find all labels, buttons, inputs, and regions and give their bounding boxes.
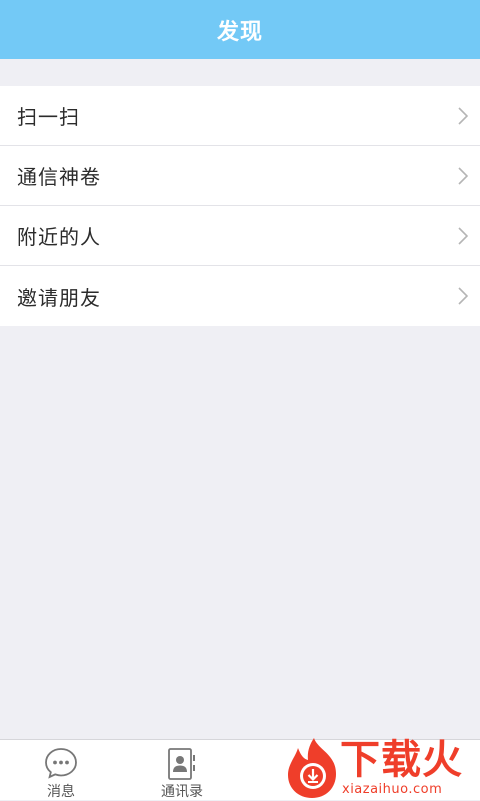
discover-menu: 扫一扫 通信神卷 附近的人 邀请朋友 <box>0 86 480 326</box>
menu-item-comm-volume[interactable]: 通信神卷 <box>0 146 480 206</box>
chevron-right-icon <box>458 106 468 125</box>
page-title: 发现 <box>216 19 263 45</box>
flame-logo-icon <box>288 738 336 798</box>
chevron-right-icon <box>458 166 468 185</box>
menu-item-label: 附近的人 <box>17 225 101 249</box>
menu-item-label: 扫一扫 <box>17 105 80 129</box>
header-bar: 发现 <box>0 0 480 59</box>
tab-contacts[interactable]: 通讯录 <box>122 740 242 800</box>
watermark-url: xiazaihuo.com <box>342 782 443 797</box>
menu-item-nearby[interactable]: 附近的人 <box>0 206 480 266</box>
menu-item-scan[interactable]: 扫一扫 <box>0 86 480 146</box>
watermark-text: 下载火 <box>340 737 463 783</box>
menu-item-label: 通信神卷 <box>17 165 101 189</box>
tab-messages[interactable]: 消息 <box>1 740 121 800</box>
contacts-book-icon <box>168 748 195 780</box>
menu-item-label: 邀请朋友 <box>17 285 101 310</box>
chevron-right-icon <box>458 287 468 305</box>
chat-bubble-icon <box>45 748 77 779</box>
tab-label: 通讯录 <box>161 784 203 800</box>
chevron-right-icon <box>458 226 468 245</box>
menu-item-invite[interactable]: 邀请朋友 <box>0 266 480 326</box>
tab-label: 消息 <box>47 784 75 800</box>
watermark-logo: 下载火 xiazaihuo.com <box>282 736 480 800</box>
